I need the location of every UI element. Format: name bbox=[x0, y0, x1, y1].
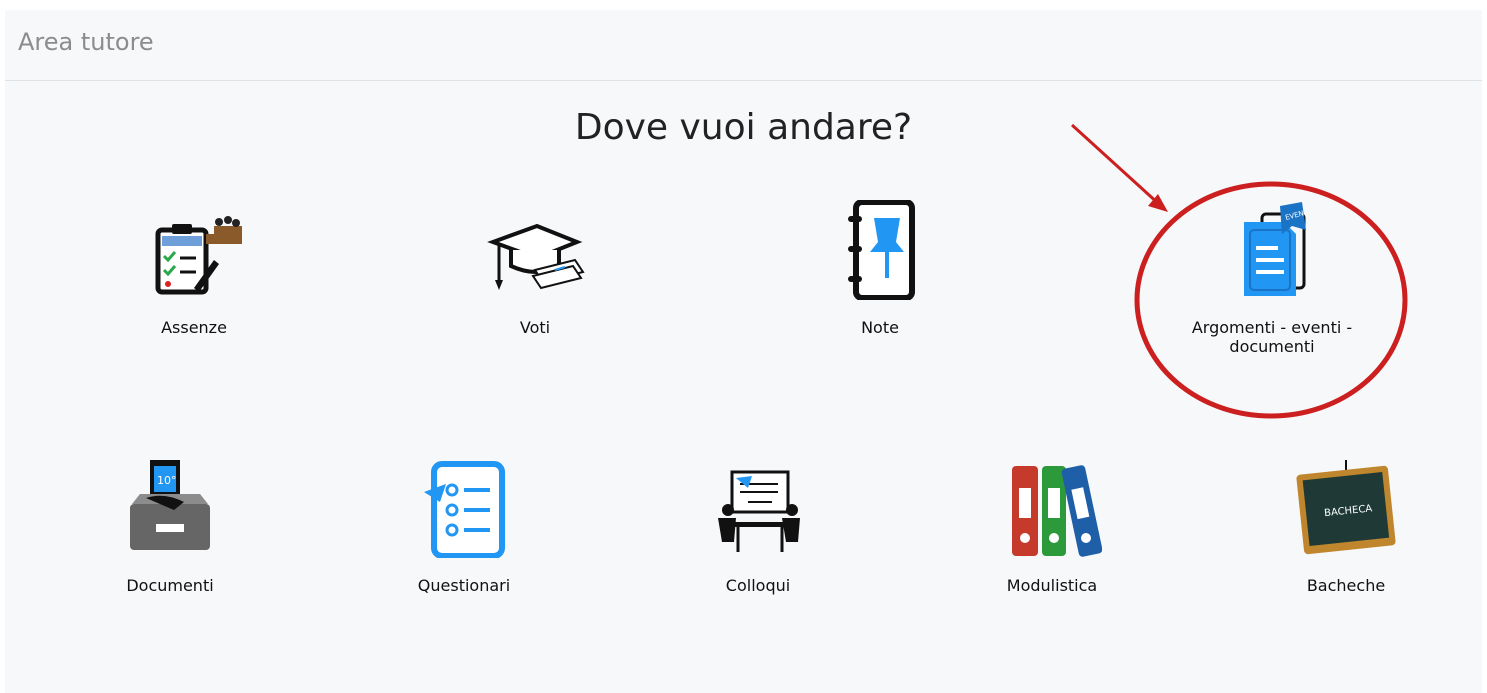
area-title: Area tutore bbox=[18, 28, 154, 56]
tile-modulistica[interactable]: Modulistica bbox=[927, 458, 1177, 628]
tile-note[interactable]: Note bbox=[755, 200, 1005, 370]
questionnaire-icon bbox=[424, 461, 505, 558]
tile-colloqui[interactable]: Colloqui bbox=[633, 458, 883, 628]
notebook-pin-icon bbox=[848, 200, 915, 300]
tile-label: Questionari bbox=[417, 576, 511, 595]
tile-argomenti[interactable]: EVEN Argomenti - eventi - documenti bbox=[1147, 200, 1397, 370]
tile-label: Argomenti - eventi - documenti bbox=[1191, 318, 1353, 356]
page-frame: Area tutore Dove vuoi andare? Assenze Vo… bbox=[5, 10, 1482, 693]
tile-label: Bacheche bbox=[1306, 576, 1386, 595]
tile-label: Assenze bbox=[161, 318, 227, 337]
document-tag-icon: EVEN bbox=[1244, 202, 1306, 296]
graduation-cap-icon bbox=[487, 223, 585, 290]
page-heading: Dove vuoi andare? bbox=[574, 107, 913, 148]
tile-label: Voti bbox=[519, 318, 551, 337]
tile-label: Modulistica bbox=[1006, 576, 1098, 595]
tile-questionari[interactable]: Questionari bbox=[339, 458, 589, 628]
archive-box-icon: 10° bbox=[130, 460, 210, 550]
tile-documenti[interactable]: 10° Documenti bbox=[45, 458, 295, 628]
documenti-badge-text: 10° bbox=[157, 474, 177, 487]
tile-bacheche[interactable]: BACHECA Bacheche bbox=[1221, 458, 1471, 628]
chalkboard-icon: BACHECA bbox=[1296, 460, 1396, 555]
top-bar: Area tutore bbox=[5, 10, 1482, 81]
attendance-icon bbox=[155, 216, 242, 295]
tile-label: Note bbox=[861, 318, 899, 337]
meeting-icon bbox=[718, 470, 800, 552]
tile-assenze[interactable]: Assenze bbox=[69, 200, 319, 370]
binders-icon bbox=[1012, 465, 1102, 557]
tile-label: Colloqui bbox=[725, 576, 791, 595]
tile-label: Documenti bbox=[126, 576, 214, 595]
tile-voti[interactable]: Voti bbox=[410, 200, 660, 370]
